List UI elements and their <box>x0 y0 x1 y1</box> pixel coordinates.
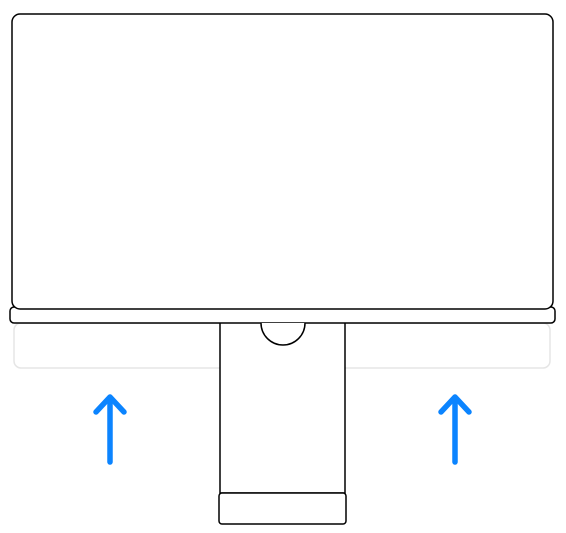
diagram-svg <box>0 0 566 528</box>
monitor-display <box>10 14 555 345</box>
monitor-adjustment-diagram <box>0 0 566 528</box>
monitor-stand <box>219 318 346 524</box>
up-arrow-right-icon <box>441 397 469 462</box>
up-arrow-left-icon <box>96 397 124 462</box>
